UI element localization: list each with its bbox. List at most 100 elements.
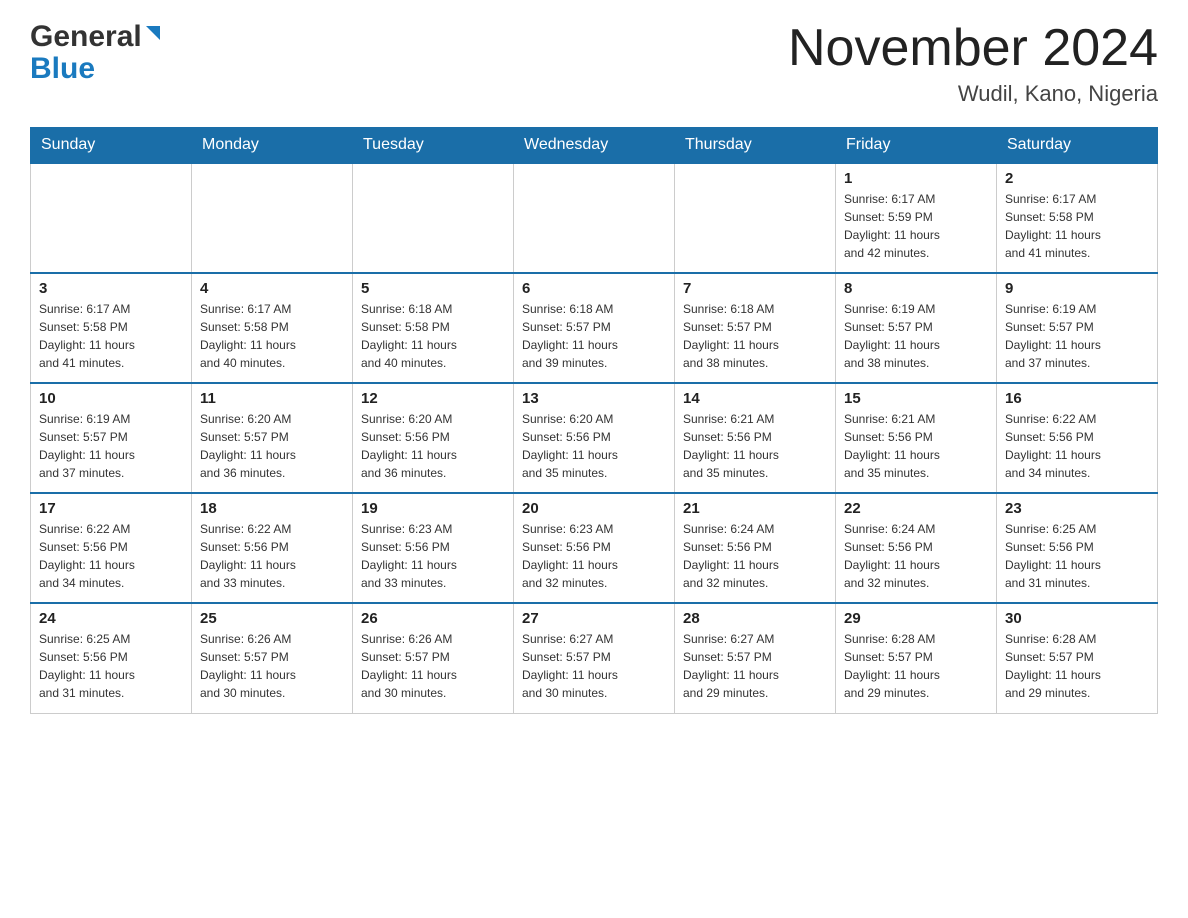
day-number: 27: [522, 610, 666, 627]
table-row: [514, 163, 675, 273]
day-info: Sunrise: 6:22 AMSunset: 5:56 PMDaylight:…: [39, 520, 183, 592]
day-number: 12: [361, 390, 505, 407]
calendar-week-row: 24Sunrise: 6:25 AMSunset: 5:56 PMDayligh…: [31, 603, 1158, 713]
calendar-header-row: Sunday Monday Tuesday Wednesday Thursday…: [31, 128, 1158, 164]
day-info: Sunrise: 6:24 AMSunset: 5:56 PMDaylight:…: [844, 520, 988, 592]
day-info: Sunrise: 6:18 AMSunset: 5:57 PMDaylight:…: [522, 300, 666, 372]
calendar-table: Sunday Monday Tuesday Wednesday Thursday…: [30, 127, 1158, 714]
day-info: Sunrise: 6:22 AMSunset: 5:56 PMDaylight:…: [200, 520, 344, 592]
table-row: 17 Sunrise: 6:22 AMSunset: 5:56 PMDayligh…: [31, 493, 192, 603]
page-header: General Blue November 2024 Wudil, Kano, …: [30, 20, 1158, 107]
day-number: 28: [683, 610, 827, 627]
calendar-location: Wudil, Kano, Nigeria: [788, 81, 1158, 107]
col-wednesday: Wednesday: [514, 128, 675, 164]
day-number: 2: [1005, 170, 1149, 187]
day-info: Sunrise: 6:18 AMSunset: 5:58 PMDaylight:…: [361, 300, 505, 372]
day-info: Sunrise: 6:19 AMSunset: 5:57 PMDaylight:…: [844, 300, 988, 372]
table-row: 2 Sunrise: 6:17 AMSunset: 5:58 PMDaylight…: [997, 163, 1158, 273]
calendar-week-row: 10Sunrise: 6:19 AMSunset: 5:57 PMDayligh…: [31, 383, 1158, 493]
day-info: Sunrise: 6:24 AMSunset: 5:56 PMDaylight:…: [683, 520, 827, 592]
day-info: Sunrise: 6:17 AMSunset: 5:58 PMDaylight:…: [200, 300, 344, 372]
day-info: Sunrise: 6:21 AMSunset: 5:56 PMDaylight:…: [844, 410, 988, 482]
table-row: 15 Sunrise: 6:21 AMSunset: 5:56 PMDayligh…: [836, 383, 997, 493]
calendar-week-row: 1 Sunrise: 6:17 AMSunset: 5:59 PMDaylight…: [31, 163, 1158, 273]
logo: General Blue: [30, 20, 164, 86]
day-info: Sunrise: 6:26 AMSunset: 5:57 PMDaylight:…: [200, 630, 344, 702]
table-row: 5Sunrise: 6:18 AMSunset: 5:58 PMDaylight…: [353, 273, 514, 383]
day-number: 18: [200, 500, 344, 517]
day-number: 11: [200, 390, 344, 407]
table-row: 16 Sunrise: 6:22 AMSunset: 5:56 PMDayligh…: [997, 383, 1158, 493]
day-number: 7: [683, 280, 827, 297]
table-row: 7 Sunrise: 6:18 AMSunset: 5:57 PMDaylight…: [675, 273, 836, 383]
table-row: 30Sunrise: 6:28 AMSunset: 5:57 PMDayligh…: [997, 603, 1158, 713]
day-info: Sunrise: 6:28 AMSunset: 5:57 PMDaylight:…: [1005, 630, 1149, 702]
table-row: 4 Sunrise: 6:17 AMSunset: 5:58 PMDaylight…: [192, 273, 353, 383]
day-number: 3: [39, 280, 183, 297]
table-row: 6 Sunrise: 6:18 AMSunset: 5:57 PMDaylight…: [514, 273, 675, 383]
day-number: 20: [522, 500, 666, 517]
table-row: 28 Sunrise: 6:27 AMSunset: 5:57 PMDayligh…: [675, 603, 836, 713]
day-number: 16: [1005, 390, 1149, 407]
calendar-title: November 2024: [788, 20, 1158, 77]
day-info: Sunrise: 6:25 AMSunset: 5:56 PMDaylight:…: [1005, 520, 1149, 592]
table-row: [192, 163, 353, 273]
day-number: 10: [39, 390, 183, 407]
day-info: Sunrise: 6:21 AMSunset: 5:56 PMDaylight:…: [683, 410, 827, 482]
day-number: 17: [39, 500, 183, 517]
day-info: Sunrise: 6:27 AMSunset: 5:57 PMDaylight:…: [683, 630, 827, 702]
table-row: 3 Sunrise: 6:17 AMSunset: 5:58 PMDaylight…: [31, 273, 192, 383]
day-info: Sunrise: 6:20 AMSunset: 5:56 PMDaylight:…: [522, 410, 666, 482]
day-number: 14: [683, 390, 827, 407]
day-number: 21: [683, 500, 827, 517]
day-info: Sunrise: 6:17 AMSunset: 5:58 PMDaylight:…: [39, 300, 183, 372]
day-info: Sunrise: 6:17 AMSunset: 5:58 PMDaylight:…: [1005, 190, 1149, 262]
day-number: 24: [39, 610, 183, 627]
table-row: 8 Sunrise: 6:19 AMSunset: 5:57 PMDaylight…: [836, 273, 997, 383]
table-row: 26Sunrise: 6:26 AMSunset: 5:57 PMDayligh…: [353, 603, 514, 713]
table-row: 25 Sunrise: 6:26 AMSunset: 5:57 PMDayligh…: [192, 603, 353, 713]
day-info: Sunrise: 6:27 AMSunset: 5:57 PMDaylight:…: [522, 630, 666, 702]
day-info: Sunrise: 6:20 AMSunset: 5:57 PMDaylight:…: [200, 410, 344, 482]
table-row: 21 Sunrise: 6:24 AMSunset: 5:56 PMDayligh…: [675, 493, 836, 603]
col-monday: Monday: [192, 128, 353, 164]
col-tuesday: Tuesday: [353, 128, 514, 164]
day-info: Sunrise: 6:17 AMSunset: 5:59 PMDaylight:…: [844, 190, 988, 262]
day-info: Sunrise: 6:22 AMSunset: 5:56 PMDaylight:…: [1005, 410, 1149, 482]
table-row: 27 Sunrise: 6:27 AMSunset: 5:57 PMDayligh…: [514, 603, 675, 713]
day-number: 15: [844, 390, 988, 407]
table-row: [31, 163, 192, 273]
day-number: 26: [361, 610, 505, 627]
calendar-week-row: 3 Sunrise: 6:17 AMSunset: 5:58 PMDaylight…: [31, 273, 1158, 383]
calendar-week-row: 17 Sunrise: 6:22 AMSunset: 5:56 PMDayligh…: [31, 493, 1158, 603]
col-thursday: Thursday: [675, 128, 836, 164]
day-info: Sunrise: 6:23 AMSunset: 5:56 PMDaylight:…: [361, 520, 505, 592]
logo-arrow-icon: [142, 22, 164, 49]
day-number: 29: [844, 610, 988, 627]
table-row: 14 Sunrise: 6:21 AMSunset: 5:56 PMDayligh…: [675, 383, 836, 493]
table-row: 1 Sunrise: 6:17 AMSunset: 5:59 PMDaylight…: [836, 163, 997, 273]
day-info: Sunrise: 6:19 AMSunset: 5:57 PMDaylight:…: [1005, 300, 1149, 372]
day-number: 6: [522, 280, 666, 297]
day-number: 23: [1005, 500, 1149, 517]
day-info: Sunrise: 6:20 AMSunset: 5:56 PMDaylight:…: [361, 410, 505, 482]
day-info: Sunrise: 6:18 AMSunset: 5:57 PMDaylight:…: [683, 300, 827, 372]
table-row: [353, 163, 514, 273]
day-number: 1: [844, 170, 988, 187]
col-saturday: Saturday: [997, 128, 1158, 164]
day-number: 13: [522, 390, 666, 407]
day-number: 8: [844, 280, 988, 297]
col-friday: Friday: [836, 128, 997, 164]
table-row: 20Sunrise: 6:23 AMSunset: 5:56 PMDayligh…: [514, 493, 675, 603]
table-row: 9 Sunrise: 6:19 AMSunset: 5:57 PMDaylight…: [997, 273, 1158, 383]
table-row: 23 Sunrise: 6:25 AMSunset: 5:56 PMDayligh…: [997, 493, 1158, 603]
table-row: 19Sunrise: 6:23 AMSunset: 5:56 PMDayligh…: [353, 493, 514, 603]
day-number: 9: [1005, 280, 1149, 297]
table-row: 22 Sunrise: 6:24 AMSunset: 5:56 PMDayligh…: [836, 493, 997, 603]
table-row: 18 Sunrise: 6:22 AMSunset: 5:56 PMDayligh…: [192, 493, 353, 603]
day-number: 25: [200, 610, 344, 627]
table-row: 12 Sunrise: 6:20 AMSunset: 5:56 PMDayligh…: [353, 383, 514, 493]
day-number: 22: [844, 500, 988, 517]
col-sunday: Sunday: [31, 128, 192, 164]
day-number: 4: [200, 280, 344, 297]
